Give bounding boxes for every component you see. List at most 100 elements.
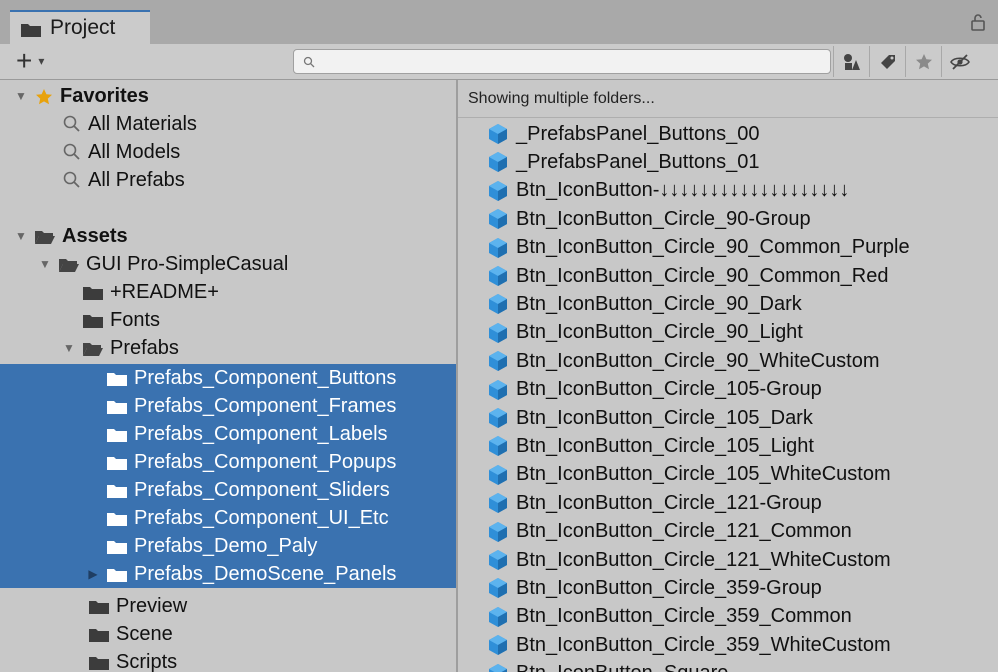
expand-arrow-icon[interactable]: ▼ xyxy=(62,341,76,355)
asset-label: Btn_IconButton_Circle_121_WhiteCustom xyxy=(516,548,891,571)
prefab-cube-icon xyxy=(486,406,510,430)
tree-item-prefab-folder[interactable]: Prefabs_Component_UI_Etc xyxy=(0,504,456,532)
tree-label: Prefabs_DemoScene_Panels xyxy=(134,562,397,585)
tree-item-scripts[interactable]: Scripts xyxy=(0,648,456,672)
prefab-cube-icon xyxy=(486,520,510,544)
prefab-cube-icon xyxy=(486,605,510,629)
asset-item[interactable]: Btn_IconButton_Circle_90_Common_Red xyxy=(486,262,888,290)
folder-icon xyxy=(106,370,128,386)
tree-label: Prefabs_Component_Popups xyxy=(134,450,397,473)
folder-icon xyxy=(106,426,128,442)
tab-title: Project xyxy=(50,16,116,39)
tree-label: Prefabs xyxy=(110,336,179,359)
prefab-cube-icon xyxy=(486,321,510,345)
tree-item-scene[interactable]: Scene xyxy=(0,620,456,648)
tree-item-prefabs[interactable]: ▼ Prefabs xyxy=(0,334,456,362)
tree-item-prefab-folder[interactable]: Prefabs_Component_Labels xyxy=(0,420,456,448)
tree-item-prefab-folder[interactable]: Prefabs_Component_Popups xyxy=(0,448,456,476)
asset-item[interactable]: Btn_IconButton_Square xyxy=(486,660,728,672)
open-folder-icon xyxy=(82,340,104,356)
search-icon xyxy=(303,56,315,68)
asset-item[interactable]: Btn_IconButton-↓↓↓↓↓↓↓↓↓↓↓↓↓↓↓↓↓↓↓ xyxy=(486,177,849,205)
search-by-label-button[interactable] xyxy=(869,46,905,77)
tree-item-favorites[interactable]: ▼ Favorites xyxy=(0,82,456,110)
tree-label: All Prefabs xyxy=(88,168,185,191)
tree-item-readme[interactable]: +README+ xyxy=(0,278,456,306)
asset-item[interactable]: Btn_IconButton_Circle_121-Group xyxy=(486,489,822,517)
search-icon xyxy=(62,114,84,134)
eye-slash-icon xyxy=(949,53,970,70)
hidden-packages-toggle[interactable] xyxy=(941,46,977,77)
tree-label: Scripts xyxy=(116,650,178,672)
tree-label: Preview xyxy=(116,594,188,617)
folder-icon xyxy=(82,284,104,300)
search-icon xyxy=(62,142,84,162)
asset-item[interactable]: Btn_IconButton_Circle_90_Dark xyxy=(486,290,802,318)
favorites-button[interactable] xyxy=(905,46,941,77)
asset-label: _PrefabsPanel_Buttons_00 xyxy=(516,122,760,145)
add-icon: + xyxy=(16,45,33,76)
prefab-cube-icon xyxy=(486,150,510,174)
expand-arrow-icon[interactable]: ▼ xyxy=(14,229,28,243)
asset-item[interactable]: _PrefabsPanel_Buttons_01 xyxy=(486,148,760,176)
prefab-cube-icon xyxy=(486,179,510,203)
asset-list-panel: Showing multiple folders... _PrefabsPane… xyxy=(458,80,998,672)
tree-label: Prefabs_Component_Sliders xyxy=(134,478,390,501)
prefab-cube-icon xyxy=(486,292,510,316)
prefab-cube-icon xyxy=(486,463,510,487)
asset-item[interactable]: Btn_IconButton_Circle_90-Group xyxy=(486,205,811,233)
open-folder-icon xyxy=(34,228,56,244)
folder-icon xyxy=(88,654,110,670)
search-by-type-button[interactable] xyxy=(833,46,869,77)
tree-item-assets[interactable]: ▼ Assets xyxy=(0,222,456,250)
expand-arrow-icon[interactable]: ▼ xyxy=(38,257,52,271)
folder-icon xyxy=(20,20,42,37)
tree-item-prefab-folder[interactable]: Prefabs_Component_Frames xyxy=(0,392,456,420)
asset-item[interactable]: Btn_IconButton_Circle_90_WhiteCustom xyxy=(486,347,880,375)
folder-icon xyxy=(106,538,128,554)
favorite-item[interactable]: All Models xyxy=(0,138,456,166)
asset-label: Btn_IconButton_Circle_359_WhiteCustom xyxy=(516,633,891,656)
tree-item-preview[interactable]: Preview xyxy=(0,592,456,620)
asset-item[interactable]: Btn_IconButton_Circle_105_Dark xyxy=(486,404,813,432)
folder-icon xyxy=(106,482,128,498)
tree-label: Prefabs_Component_Buttons xyxy=(134,366,397,389)
tree-label: +README+ xyxy=(110,280,219,303)
tree-item-gui-pack[interactable]: ▼ GUI Pro-SimpleCasual xyxy=(0,250,456,278)
asset-item[interactable]: Btn_IconButton_Circle_121_WhiteCustom xyxy=(486,546,891,574)
favorite-item[interactable]: All Materials xyxy=(0,110,456,138)
tab-project[interactable]: Project xyxy=(10,10,150,44)
asset-item[interactable]: Btn_IconButton_Circle_359_WhiteCustom xyxy=(486,631,891,659)
favorite-item[interactable]: All Prefabs xyxy=(0,166,456,194)
asset-item[interactable]: Btn_IconButton_Circle_359_Common xyxy=(486,603,852,631)
asset-item[interactable]: _PrefabsPanel_Buttons_00 xyxy=(486,120,760,148)
asset-item[interactable]: Btn_IconButton_Circle_105-Group xyxy=(486,376,822,404)
star-icon xyxy=(34,88,54,105)
asset-item[interactable]: Btn_IconButton_Circle_105_Light xyxy=(486,432,814,460)
asset-item[interactable]: Btn_IconButton_Circle_359-Group xyxy=(486,574,822,602)
asset-item[interactable]: Btn_IconButton_Circle_105_WhiteCustom xyxy=(486,461,891,489)
collapsed-arrow-icon[interactable]: ▶ xyxy=(86,567,100,581)
tree-label: Favorites xyxy=(60,84,149,107)
tree-item-prefab-folder[interactable]: ▶ Prefabs_DemoScene_Panels xyxy=(0,560,456,588)
asset-label: Btn_IconButton_Circle_105-Group xyxy=(516,378,822,401)
lock-icon[interactable] xyxy=(970,13,986,31)
folder-icon xyxy=(88,598,110,614)
tree-item-prefab-folder[interactable]: Prefabs_Component_Buttons xyxy=(0,364,456,392)
search-input[interactable] xyxy=(293,49,831,74)
asset-item[interactable]: Btn_IconButton_Circle_90_Common_Purple xyxy=(486,234,910,262)
asset-label: Btn_IconButton_Circle_105_Dark xyxy=(516,406,813,429)
tree-label: GUI Pro-SimpleCasual xyxy=(86,252,289,275)
asset-item[interactable]: Btn_IconButton_Circle_90_Light xyxy=(486,319,803,347)
tree-label: All Models xyxy=(88,140,181,163)
asset-label: Btn_IconButton_Circle_121-Group xyxy=(516,491,822,514)
tab-bar: Project xyxy=(0,0,998,44)
create-dropdown-button[interactable]: + ▾ xyxy=(16,47,44,75)
asset-item[interactable]: Btn_IconButton_Circle_121_Common xyxy=(486,518,852,546)
expand-arrow-icon[interactable]: ▼ xyxy=(14,89,28,103)
prefab-cube-icon xyxy=(486,662,510,672)
tree-item-prefab-folder[interactable]: Prefabs_Component_Sliders xyxy=(0,476,456,504)
folder-icon xyxy=(88,626,110,642)
tree-item-fonts[interactable]: Fonts xyxy=(0,306,456,334)
tree-item-prefab-folder[interactable]: Prefabs_Demo_Paly xyxy=(0,532,456,560)
